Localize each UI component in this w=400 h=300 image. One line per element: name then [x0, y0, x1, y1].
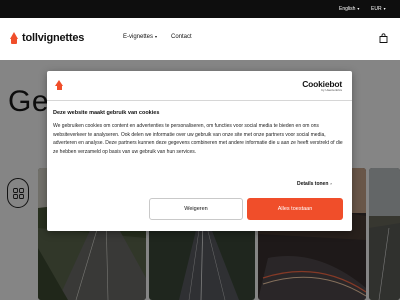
cookie-consent-dialog: Cookiebot by Usercentrics Deze website m… [47, 71, 352, 231]
site-logo-icon [55, 80, 63, 90]
chevron-down-icon: ▾ [383, 6, 386, 11]
language-selector[interactable]: English ▾ [339, 6, 359, 12]
cookiebot-logo: Cookiebot by Usercentrics [302, 79, 342, 92]
dialog-title: Deze website maakt gebruik van cookies [53, 110, 160, 116]
nav-evignettes-label: E-vignettes [123, 34, 154, 40]
site-logo[interactable]: tollvignettes [9, 32, 84, 44]
chevron-right-icon: › [330, 181, 332, 186]
currency-selector[interactable]: EUR ▾ [371, 6, 386, 12]
language-label: English [339, 6, 356, 12]
logo-text: tollvignettes [22, 32, 85, 44]
decline-button[interactable]: Weigeren [149, 198, 243, 220]
chevron-down-icon: ▾ [357, 6, 360, 11]
accept-all-button[interactable]: Alles toestaan [247, 198, 343, 220]
divider [47, 100, 352, 101]
dialog-body-text: We gebruiken cookies om content en adver… [53, 123, 343, 156]
nav-contact[interactable]: Contact [171, 34, 192, 40]
show-details-label: Details tonen [297, 181, 329, 187]
chevron-down-icon: ▾ [155, 34, 158, 39]
site-header: tollvignettes E-vignettes ▾ Contact [0, 18, 400, 60]
logo-mark-icon [9, 32, 19, 44]
cart-icon[interactable] [379, 33, 388, 43]
nav-evignettes[interactable]: E-vignettes ▾ [123, 34, 157, 40]
top-bar: English ▾ EUR ▾ [0, 0, 400, 18]
currency-label: EUR [371, 6, 382, 12]
show-details-link[interactable]: Details tonen › [297, 181, 332, 187]
